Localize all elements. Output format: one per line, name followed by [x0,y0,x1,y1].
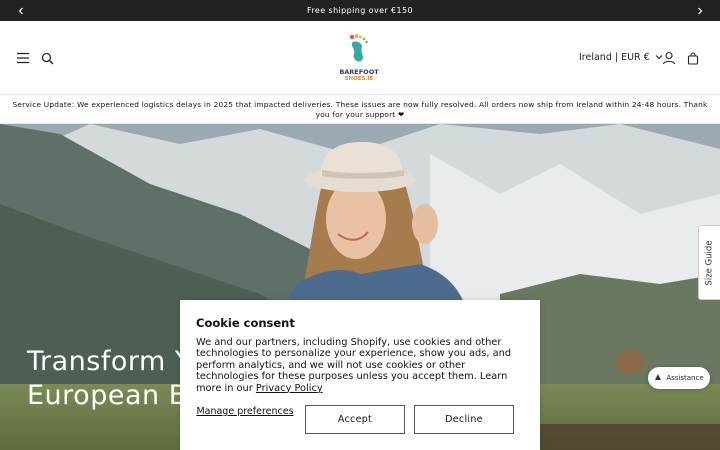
cookie-body: We and our partners, including Shopify, … [196,337,524,394]
cookie-consent-dialog: Cookie consent We and our partners, incl… [180,300,540,450]
privacy-policy-link[interactable]: Privacy Policy [256,383,323,394]
manage-preferences-link[interactable]: Manage preferences [196,407,294,417]
chevron-right-icon[interactable] [689,0,710,21]
country-selector-label: Ireland | EUR € [579,52,650,63]
account-icon[interactable] [660,49,678,67]
accept-button[interactable]: Accept [305,405,405,434]
assistance-button[interactable]: Assistance [648,367,710,389]
size-guide-label: Size Guide [704,239,715,286]
assistance-icon [654,373,662,383]
country-selector[interactable]: Ireland | EUR € [579,52,663,63]
announcement-bar: Free shipping over €150 [0,0,720,21]
logo-text: BAREFOOT [339,68,379,76]
cart-icon[interactable] [684,49,702,67]
cookie-actions: Manage preferences Accept Decline [196,405,524,434]
announcement-text: Free shipping over €150 [307,6,413,15]
chevron-left-icon[interactable] [10,0,31,21]
cookie-title: Cookie consent [196,316,295,330]
logo-subtext: SHOES.IE [344,76,374,82]
decline-button[interactable]: Decline [414,405,514,434]
search-icon[interactable] [38,49,56,67]
size-guide-tab[interactable]: Size Guide [698,225,720,300]
footprint-logo-icon [349,34,368,62]
site-logo[interactable]: BAREFOOT SHOES.IE [334,33,384,83]
assistance-label: Assistance [666,374,704,382]
cookie-body-text: We and our partners, including Shopify, … [196,337,512,394]
menu-icon[interactable] [14,49,32,67]
service-update-banner: Service Update: We experienced logistics… [0,94,720,124]
site-header: BAREFOOT SHOES.IE Ireland | EUR € [0,21,720,94]
